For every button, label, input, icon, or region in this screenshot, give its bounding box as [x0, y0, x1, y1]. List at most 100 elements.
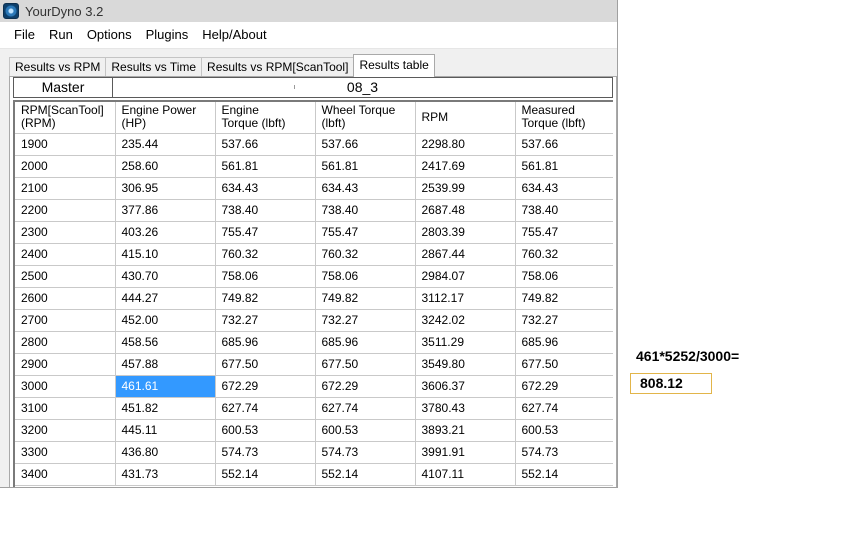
table-cell[interactable]: 685.96	[315, 331, 416, 354]
table-cell[interactable]: 672.29	[515, 375, 613, 398]
table-cell[interactable]: 2300	[15, 221, 116, 244]
table-cell[interactable]: 537.66	[515, 133, 613, 156]
table-cell[interactable]: 3200	[15, 419, 116, 442]
table-cell[interactable]: 634.43	[515, 177, 613, 200]
table-cell[interactable]: 627.74	[215, 397, 316, 420]
table-cell[interactable]: 574.73	[215, 441, 316, 464]
table-cell[interactable]: 561.81	[215, 155, 316, 178]
column-header-rpm[interactable]: RPM	[415, 102, 516, 134]
table-cell[interactable]: 403.26	[115, 221, 216, 244]
tab-results-table[interactable]: Results table	[353, 54, 435, 77]
table-cell[interactable]: 749.82	[315, 287, 416, 310]
table-cell[interactable]: 452.00	[115, 309, 216, 332]
table-cell[interactable]: 561.81	[515, 155, 613, 178]
title-bar[interactable]: YourDyno 3.2	[0, 0, 617, 22]
table-cell[interactable]: 685.96	[215, 331, 316, 354]
table-cell[interactable]: 258.60	[115, 155, 216, 178]
table-cell[interactable]: 600.53	[215, 419, 316, 442]
table-cell[interactable]: 574.73	[315, 441, 416, 464]
table-cell[interactable]: 672.29	[315, 375, 416, 398]
table-cell[interactable]: 306.95	[115, 177, 216, 200]
table-cell[interactable]: 3780.43	[415, 397, 516, 420]
table-cell[interactable]: 600.53	[515, 419, 613, 442]
tab-results-vs-time[interactable]: Results vs Time	[105, 57, 203, 77]
table-cell[interactable]: 415.10	[115, 243, 216, 266]
table-cell[interactable]: 749.82	[515, 287, 613, 310]
table-row[interactable]: 2600 444.27 749.82 749.82 3112.17 749.82	[15, 287, 613, 310]
table-cell[interactable]: 3991.91	[415, 441, 516, 464]
menu-plugins[interactable]: Plugins	[139, 24, 196, 46]
table-cell[interactable]: 2500	[15, 265, 116, 288]
table-cell[interactable]: 758.06	[315, 265, 416, 288]
table-row[interactable]: 2900 457.88 677.50 677.50 3549.80 677.50	[15, 353, 613, 376]
table-cell[interactable]: 451.82	[115, 397, 216, 420]
table-cell[interactable]: 2417.69	[415, 155, 516, 178]
table-row[interactable]: 1900 235.44 537.66 537.66 2298.80 537.66	[15, 133, 613, 156]
table-cell[interactable]: 3242.02	[415, 309, 516, 332]
table-cell[interactable]: 2984.07	[415, 265, 516, 288]
table-cell[interactable]: 627.74	[315, 397, 416, 420]
table-row[interactable]: 2800 458.56 685.96 685.96 3511.29 685.96	[15, 331, 613, 354]
table-cell[interactable]: 755.47	[315, 221, 416, 244]
table-cell[interactable]: 2539.99	[415, 177, 516, 200]
table-cell[interactable]: 3112.17	[415, 287, 516, 310]
table-row[interactable]: 3300 436.80 574.73 574.73 3991.91 574.73	[15, 441, 613, 464]
table-cell[interactable]: 3511.29	[415, 331, 516, 354]
table-cell[interactable]: 732.27	[315, 309, 416, 332]
table-cell[interactable]: 749.82	[215, 287, 316, 310]
table-cell[interactable]: 738.40	[215, 199, 316, 222]
table-cell[interactable]: 537.66	[315, 133, 416, 156]
table-row[interactable]: 2000 258.60 561.81 561.81 2417.69 561.81	[15, 155, 613, 178]
table-cell[interactable]: 3400	[15, 463, 116, 486]
table-row[interactable]: 2400 415.10 760.32 760.32 2867.44 760.32	[15, 243, 613, 266]
table-cell[interactable]: 2800	[15, 331, 116, 354]
table-cell[interactable]: 2100	[15, 177, 116, 200]
table-cell[interactable]: 235.44	[115, 133, 216, 156]
table-row[interactable]: 3000 461.61 672.29 672.29 3606.37 672.29	[15, 375, 613, 398]
table-cell[interactable]: 3300	[15, 441, 116, 464]
yourdyno-app-icon[interactable]	[3, 3, 19, 19]
table-cell[interactable]: 732.27	[215, 309, 316, 332]
table-cell[interactable]: 755.47	[515, 221, 613, 244]
table-cell[interactable]: 685.96	[515, 331, 613, 354]
table-cell[interactable]: 738.40	[515, 199, 613, 222]
table-cell[interactable]: 732.27	[515, 309, 613, 332]
table-cell[interactable]: 3893.21	[415, 419, 516, 442]
table-cell[interactable]: 430.70	[115, 265, 216, 288]
table-cell[interactable]: 760.32	[215, 243, 316, 266]
table-cell[interactable]: 677.50	[215, 353, 316, 376]
table-cell[interactable]: 760.32	[315, 243, 416, 266]
menu-options[interactable]: Options	[80, 24, 139, 46]
column-header-wheel-torque[interactable]: Wheel Torque (lbft)	[315, 102, 416, 134]
table-row[interactable]: 2200 377.86 738.40 738.40 2687.48 738.40	[15, 199, 613, 222]
table-cell[interactable]: 3100	[15, 397, 116, 420]
table-cell[interactable]: 3000	[15, 375, 116, 398]
table-cell[interactable]: 3606.37	[415, 375, 516, 398]
table-row[interactable]: 2300 403.26 755.47 755.47 2803.39 755.47	[15, 221, 613, 244]
table-cell[interactable]: 537.66	[215, 133, 316, 156]
table-cell[interactable]: 552.14	[215, 463, 316, 486]
table-cell[interactable]: 760.32	[515, 243, 613, 266]
table-row[interactable]: 2100 306.95 634.43 634.43 2539.99 634.43	[15, 177, 613, 200]
table-row[interactable]: 3400 431.73 552.14 552.14 4107.11 552.14	[15, 463, 613, 486]
table-row[interactable]: 2500 430.70 758.06 758.06 2984.07 758.06	[15, 265, 613, 288]
table-cell[interactable]: 2298.80	[415, 133, 516, 156]
table-cell[interactable]: 2900	[15, 353, 116, 376]
table-cell[interactable]: 457.88	[115, 353, 216, 376]
table-cell[interactable]: 672.29	[215, 375, 316, 398]
table-cell[interactable]: 2200	[15, 199, 116, 222]
table-cell[interactable]: 431.73	[115, 463, 216, 486]
table-row[interactable]: 3100 451.82 627.74 627.74 3780.43 627.74	[15, 397, 613, 420]
table-cell[interactable]: 677.50	[315, 353, 416, 376]
menu-help-about[interactable]: Help/About	[195, 24, 273, 46]
table-cell[interactable]: 2700	[15, 309, 116, 332]
table-cell[interactable]: 552.14	[315, 463, 416, 486]
table-cell[interactable]: 574.73	[515, 441, 613, 464]
table-cell[interactable]: 755.47	[215, 221, 316, 244]
table-cell[interactable]: 3549.80	[415, 353, 516, 376]
table-cell[interactable]: 758.06	[515, 265, 613, 288]
table-cell[interactable]: 2600	[15, 287, 116, 310]
table-cell[interactable]: 758.06	[215, 265, 316, 288]
column-header-rpm-scantool[interactable]: RPM[ScanTool] (RPM)	[15, 102, 116, 134]
table-cell[interactable]: 445.11	[115, 419, 216, 442]
